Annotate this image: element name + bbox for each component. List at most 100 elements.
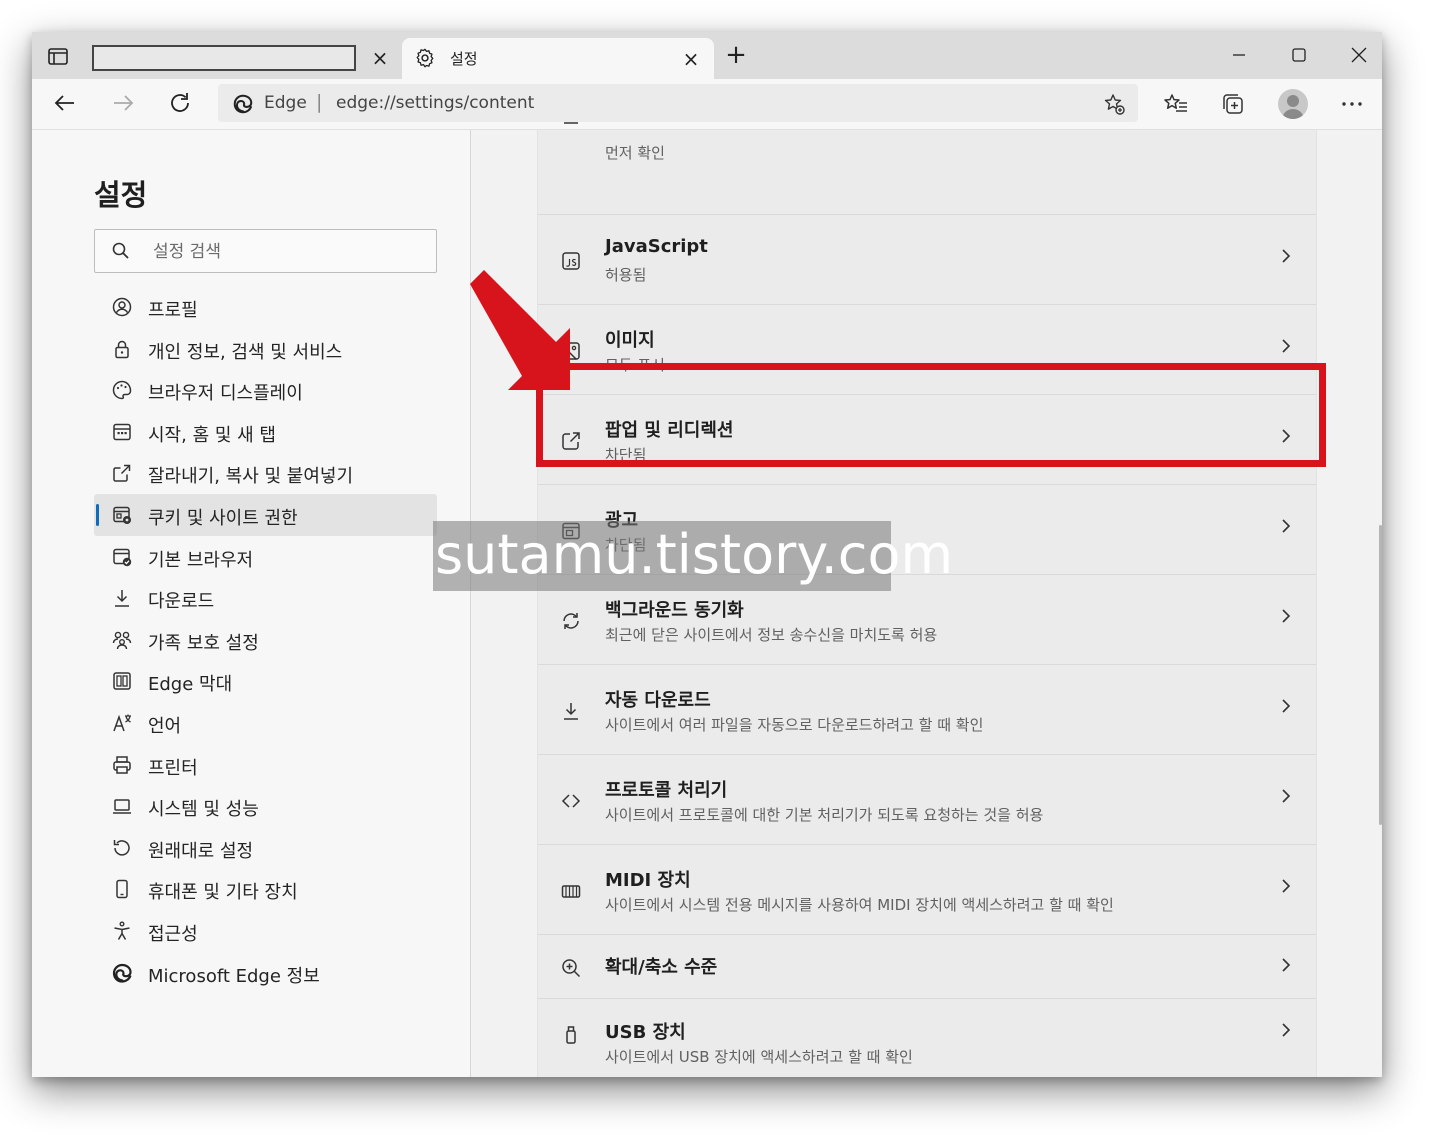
sidebar-item[interactable]: 가족 보호 설정: [94, 619, 437, 661]
setting-row[interactable]: MIDI 장치 사이트에서 시스템 전용 메시지를 사용하여 MIDI 장치에 액…: [538, 844, 1316, 935]
lock-icon: [111, 338, 133, 360]
setting-title: 이미지: [605, 330, 655, 351]
sidebar-item-label: Microsoft Edge 정보: [148, 965, 320, 987]
sidebar-item-label: 쿠키 및 사이트 권한: [148, 507, 298, 529]
settings-sidebar: 설정 프로필개인 정보, 검색 및 서비스브라우저 디스플레이시작, 홈 및 새…: [32, 130, 471, 1077]
tab-inactive[interactable]: ×: [90, 42, 400, 78]
sidebar-item-label: 기본 브라우저: [148, 549, 254, 571]
sidebar-item[interactable]: 언어: [94, 702, 437, 744]
sidebar-item[interactable]: Edge 막대: [94, 660, 437, 702]
url-text[interactable]: edge://settings/content: [336, 93, 534, 113]
edge-logo-icon: [232, 93, 254, 115]
setting-title: JavaScript: [605, 236, 708, 257]
more-options-icon[interactable]: [1338, 90, 1366, 118]
close-tab-icon[interactable]: ×: [679, 47, 703, 71]
sidebar-item[interactable]: 브라우저 디스플레이: [94, 369, 437, 411]
sidebar-item-label: 프로필: [148, 300, 198, 321]
setting-row[interactable]: JavaScript 허용됨: [538, 214, 1316, 305]
sidebar-item[interactable]: 프린터: [94, 744, 437, 786]
search-input[interactable]: [151, 238, 425, 266]
edge-logo-icon: [111, 962, 133, 984]
accessibility-icon: [111, 920, 133, 942]
sidebar-item[interactable]: 잘라내기, 복사 및 붙여넣기: [94, 452, 437, 494]
reset-icon: [111, 837, 133, 859]
setting-title: 확대/축소 수준: [605, 957, 718, 978]
javascript-icon: [560, 250, 582, 272]
chevron-right-icon[interactable]: [1276, 246, 1296, 266]
sidebar-item[interactable]: 다운로드: [94, 577, 437, 619]
close-tab-icon[interactable]: ×: [368, 46, 392, 70]
partial-icon: [560, 120, 582, 142]
minimize-button[interactable]: [1216, 40, 1262, 70]
tab-label: 설정: [450, 50, 478, 68]
chevron-right-icon[interactable]: [1276, 696, 1296, 716]
sidebar-item-label: 가족 보호 설정: [148, 632, 259, 654]
add-favorite-icon[interactable]: [1102, 92, 1126, 116]
watermark: sutamu.tistory.com: [433, 521, 953, 591]
collections-icon[interactable]: [1219, 90, 1247, 118]
sync-icon: [560, 610, 582, 632]
chevron-right-icon[interactable]: [1276, 876, 1296, 896]
sidebar-item[interactable]: 시스템 및 성능: [94, 785, 437, 827]
setting-title: MIDI 장치: [605, 870, 691, 891]
favorites-icon[interactable]: [1162, 90, 1190, 118]
search-icon: [111, 241, 131, 261]
sidebar-item-label: 접근성: [148, 923, 198, 945]
chevron-right-icon[interactable]: [1276, 1020, 1296, 1040]
setting-title: 자동 다운로드: [605, 690, 711, 711]
refresh-button[interactable]: [166, 89, 194, 117]
chevron-right-icon[interactable]: [1276, 955, 1296, 975]
setting-row[interactable]: 프로토콜 처리기 사이트에서 프로토콜에 대한 기본 처리기가 되도록 요청하는 …: [538, 754, 1316, 845]
chevron-right-icon[interactable]: [1276, 516, 1296, 536]
close-window-button[interactable]: [1336, 40, 1382, 70]
chevron-right-icon[interactable]: [1276, 786, 1296, 806]
address-bar[interactable]: Edge | edge://settings/content: [218, 84, 1138, 122]
printer-icon: [111, 754, 133, 776]
forward-button[interactable]: [109, 89, 137, 117]
red-arrow-annotation: [470, 270, 590, 390]
sidebar-item-label: 시스템 및 성능: [148, 799, 259, 821]
profile-icon: [111, 296, 133, 318]
site-label: Edge: [264, 93, 307, 113]
protocol-icon: [560, 790, 582, 812]
setting-row[interactable]: 확대/축소 수준: [538, 934, 1316, 999]
tab-actions-icon[interactable]: [46, 44, 70, 68]
highlight-box: [536, 363, 1326, 467]
sidebar-item[interactable]: 개인 정보, 검색 및 서비스: [94, 328, 437, 370]
profile-avatar[interactable]: [1278, 89, 1308, 119]
setting-title: 백그라운드 동기화: [605, 600, 744, 621]
download-icon: [560, 700, 582, 722]
tab-title-redacted: [92, 45, 356, 71]
browser-window: × 설정 × + Edge | edge://settings/content …: [32, 32, 1382, 1077]
scrollbar-thumb[interactable]: [1379, 525, 1382, 825]
sidebar-item[interactable]: 프로필: [94, 286, 437, 328]
family-icon: [111, 629, 133, 651]
chevron-right-icon[interactable]: [1276, 336, 1296, 356]
default-browser-icon: [111, 546, 133, 568]
setting-row[interactable]: 자동 다운로드 사이트에서 여러 파일을 자동으로 다운로드하려고 할 때 확인: [538, 664, 1316, 755]
sidebar-item-label: 다운로드: [148, 591, 215, 613]
sidebar-item[interactable]: Microsoft Edge 정보: [94, 952, 437, 994]
sidebar-item[interactable]: 시작, 홈 및 새 탭: [94, 411, 437, 453]
tab-settings[interactable]: 설정 ×: [402, 38, 714, 79]
setting-row[interactable]: USB 장치 사이트에서 USB 장치에 액세스하려고 할 때 확인: [538, 998, 1316, 1077]
sidebar-item[interactable]: 원래대로 설정: [94, 827, 437, 869]
sidebar-item[interactable]: 쿠키 및 사이트 권한: [94, 493, 437, 536]
settings-search[interactable]: [94, 229, 437, 273]
sidebar-item[interactable]: 기본 브라우저: [94, 536, 437, 578]
edge-bar-icon: [111, 670, 133, 692]
new-tab-button[interactable]: +: [724, 42, 748, 68]
setting-row[interactable]: 먼저 확인: [538, 120, 1316, 215]
zoom-icon: [560, 957, 582, 979]
sidebar-item[interactable]: 휴대폰 및 기타 장치: [94, 868, 437, 910]
back-button[interactable]: [51, 89, 79, 117]
usb-icon: [560, 1024, 582, 1046]
sidebar-item[interactable]: 접근성: [94, 910, 437, 952]
phone-icon: [111, 878, 133, 900]
chevron-right-icon[interactable]: [1276, 606, 1296, 626]
download-icon: [111, 587, 133, 609]
sidebar-item-label: 휴대폰 및 기타 장치: [148, 882, 298, 904]
laptop-icon: [111, 795, 133, 817]
maximize-button[interactable]: [1276, 40, 1322, 70]
settings-nav: 프로필개인 정보, 검색 및 서비스 브라우저 디스플레이 시작, 홈 및 새 탭잘…: [94, 286, 437, 993]
